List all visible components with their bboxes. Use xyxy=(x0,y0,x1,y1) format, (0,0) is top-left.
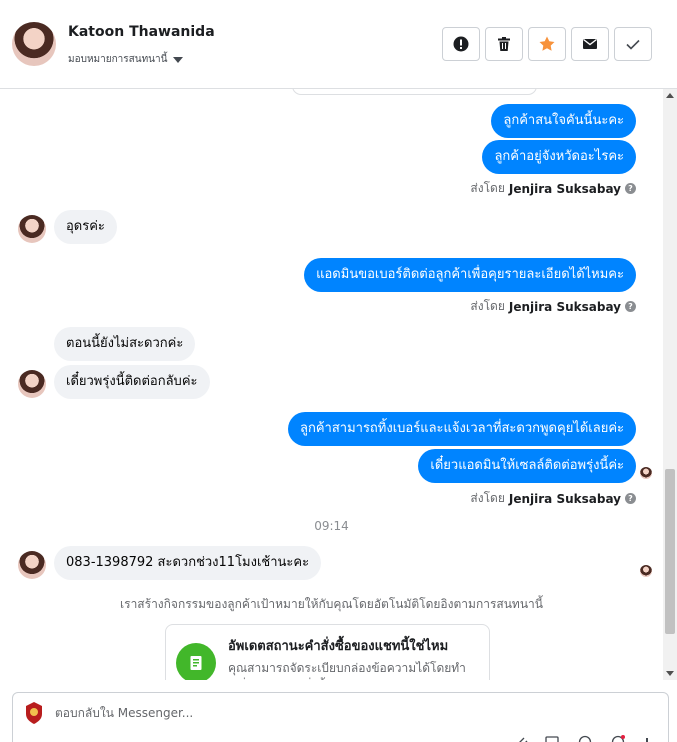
reply-composer xyxy=(12,692,669,742)
system-note: เราสร้างกิจกรรมของลูกค้าเป้าหมายให้กับคุ… xyxy=(120,597,543,611)
incoming-message: อุดรค่ะ xyxy=(54,210,117,244)
help-icon[interactable]: ? xyxy=(625,183,636,194)
sender-name: Jenjira Suksabay xyxy=(508,299,621,314)
scroll-down-arrow-icon[interactable] xyxy=(666,671,674,676)
order-status-title: อัพเดตสถานะคำสั่งซื้อของแชทนี้ใช่ไหม xyxy=(228,639,449,654)
contact-avatar-small xyxy=(18,370,46,398)
sent-by-prefix: ส่งโดย xyxy=(470,299,505,313)
seen-avatar xyxy=(640,467,652,479)
like-icon[interactable] xyxy=(641,735,655,742)
image-icon[interactable] xyxy=(545,735,559,742)
star-button[interactable] xyxy=(528,27,566,61)
sender-name: Jenjira Suksabay xyxy=(508,491,621,506)
receipt-icon xyxy=(176,643,216,680)
outgoing-message: แอดมินขอเบอร์ติดต่อลูกค้าเพื่อคุยรายละเอ… xyxy=(304,258,636,292)
saved-replies-icon[interactable] xyxy=(611,735,625,742)
help-icon[interactable]: ? xyxy=(625,301,636,312)
contact-avatar[interactable] xyxy=(12,22,56,66)
scroll-thumb[interactable] xyxy=(665,469,675,634)
outgoing-message: ลูกค้าสนใจคันนี้นะคะ xyxy=(491,104,636,138)
sent-by-label: ส่งโดย Jenjira Suksabay ? xyxy=(470,297,636,316)
conversation-actions xyxy=(442,27,652,61)
trash-icon xyxy=(498,37,510,51)
sent-by-prefix: ส่งโดย xyxy=(470,181,505,195)
outgoing-message: ลูกค้าอยู่จังหวัดอะไรคะ xyxy=(482,140,636,174)
order-status-description: คุณสามารถจัดระเบียบกล่องข้อความได้โดยทำเ… xyxy=(228,661,466,680)
contact-name[interactable]: Katoon Thawanida xyxy=(68,24,215,40)
attach-icon[interactable] xyxy=(515,735,529,742)
seen-avatar xyxy=(640,565,652,577)
check-icon xyxy=(626,39,640,50)
composer-area xyxy=(0,680,677,742)
emoji-icon[interactable] xyxy=(578,735,592,742)
conversation-header: Katoon Thawanida มอบหมายการสนทนานี้ xyxy=(0,0,677,89)
reply-input[interactable] xyxy=(55,706,455,720)
spam-icon xyxy=(453,36,469,52)
sender-name: Jenjira Suksabay xyxy=(508,181,621,196)
chat-scrollbar[interactable] xyxy=(663,89,677,680)
scroll-up-arrow-icon[interactable] xyxy=(666,93,674,98)
order-status-card[interactable]: อัพเดตสถานะคำสั่งซื้อของแชทนี้ใช่ไหม คุณ… xyxy=(165,624,490,680)
assign-label: มอบหมายการสนทนานี้ xyxy=(68,54,168,65)
assign-conversation-dropdown[interactable]: มอบหมายการสนทนานี้ xyxy=(68,52,184,67)
mark-done-button[interactable] xyxy=(614,27,652,61)
mark-spam-button[interactable] xyxy=(442,27,480,61)
contact-avatar-small xyxy=(18,551,46,579)
message-timestamp: 09:14 xyxy=(314,519,349,533)
contact-avatar-small xyxy=(18,215,46,243)
help-icon[interactable]: ? xyxy=(625,493,636,504)
incoming-message: เดี๋ยวพรุ่งนี้ติดต่อกลับค่ะ xyxy=(54,365,210,399)
mail-icon xyxy=(583,38,597,49)
product-card-partial xyxy=(292,89,537,95)
page-avatar xyxy=(23,701,45,725)
outgoing-message: เดี๋ยวแอดมินให้เซลล์ติดต่อพรุ่งนี้ค่ะ xyxy=(418,449,636,483)
star-icon xyxy=(539,36,555,51)
chevron-down-icon xyxy=(173,56,184,63)
outgoing-message: ลูกค้าสามารถทิ้งเบอร์และแจ้งเวลาที่สะดวก… xyxy=(288,412,636,446)
sent-by-prefix: ส่งโดย xyxy=(470,491,505,505)
sent-by-label: ส่งโดย Jenjira Suksabay ? xyxy=(470,489,636,508)
sent-by-label: ส่งโดย Jenjira Suksabay ? xyxy=(470,179,636,198)
incoming-message: ตอนนี้ยังไม่สะดวกค่ะ xyxy=(54,327,196,361)
mark-unread-button[interactable] xyxy=(571,27,609,61)
message-thread[interactable]: ลูกค้าสนใจคันนี้นะคะ ลูกค้าอยู่จังหวัดอะ… xyxy=(0,89,663,680)
incoming-message: 083-1398792 สะดวกช่วง11โมงเช้านะคะ xyxy=(54,546,322,580)
delete-button[interactable] xyxy=(485,27,523,61)
